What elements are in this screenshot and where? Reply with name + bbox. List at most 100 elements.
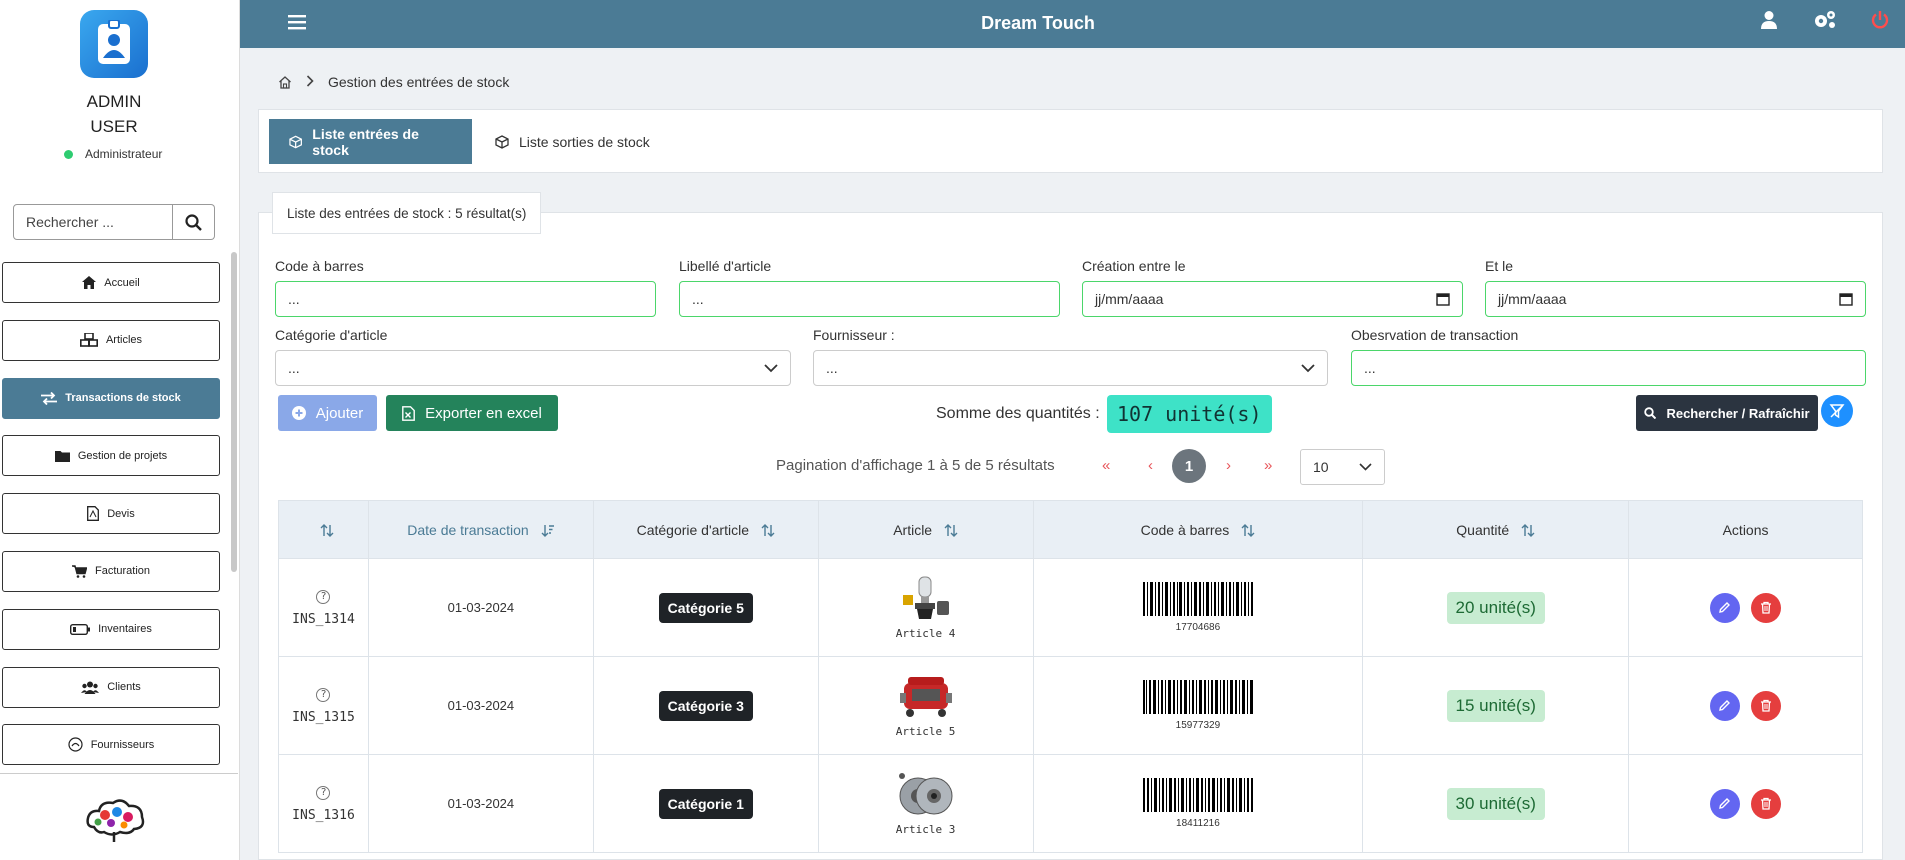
cell-quantity: 15 unité(s) [1362,656,1630,755]
supplier-select[interactable]: ... [813,350,1328,386]
table-row[interactable]: ? INS_1314 01-03-2024 Catégorie 5 Articl… [278,558,1863,657]
sidebar-scrollbar[interactable] [231,252,237,572]
article-name: Article 5 [895,725,956,738]
col-quantity[interactable]: Quantité [1362,500,1630,559]
table-row[interactable]: ? INS_1315 01-03-2024 Catégorie 3 Articl… [278,656,1863,755]
delete-button[interactable] [1751,592,1782,623]
barcode-input[interactable]: ... [275,281,656,317]
clear-filter-button[interactable] [1821,395,1853,427]
help-icon[interactable]: ? [316,786,331,800]
created-to-label: Et le [1485,258,1514,274]
sidebar-item-accueil[interactable]: Accueil [2,262,220,303]
sidebar-search-input[interactable] [13,204,173,240]
sidebar-item-label: Articles [105,334,143,347]
sidebar-item-label: Accueil [104,276,140,289]
sidebar-search-button[interactable] [173,204,215,240]
cube-icon [495,134,509,149]
add-button[interactable]: Ajouter [278,395,377,431]
pagination-prev[interactable]: ‹ [1148,457,1153,474]
quantity-badge: 20 unité(s) [1446,591,1545,624]
sidebar-item-clients[interactable]: Clients [2,666,220,708]
sidebar-item-articles[interactable]: Articles [2,319,220,361]
pagination-label: Pagination d'affichage 1 à 5 de 5 résult… [776,457,1055,474]
barcode-image [1142,778,1253,812]
tab-liste-sorties[interactable]: Liste sorties de stock [475,119,670,164]
sidebar-item-facturation[interactable]: Facturation [2,550,220,592]
calendar-icon[interactable] [1839,292,1853,306]
cubes-icon [79,333,98,348]
sort-icon[interactable] [944,524,958,538]
pagination-last[interactable]: » [1264,457,1272,474]
cell-quantity: 20 unité(s) [1362,558,1630,657]
chevron-down-icon [764,363,778,372]
col-article[interactable]: Article [817,500,1034,559]
cell-article: Article 3 [817,754,1034,853]
export-excel-button[interactable]: Exporter en excel [386,395,558,431]
col-code[interactable] [278,500,369,559]
brand-logo-icon [84,797,146,848]
sidebar-item-transactions[interactable]: Transactions de stock [2,377,220,419]
article-label-input[interactable]: ... [679,281,1060,317]
export-button-label: Exporter en excel [425,404,542,422]
sidebar-item-label: Devis [107,507,135,520]
col-header-label: Quantité [1456,521,1510,538]
sidebar-item-inventaires[interactable]: Inventaires [2,608,220,650]
quantity-badge: 30 unité(s) [1446,787,1545,820]
edit-button[interactable] [1709,788,1740,819]
cube-icon [289,135,302,148]
col-category[interactable]: Catégorie d'article [592,500,819,559]
page-size-select[interactable]: 10 [1300,449,1385,485]
table-row[interactable]: ? INS_1316 01-03-2024 Catégorie 1 Articl… [278,754,1863,853]
profile-icon[interactable] [1760,10,1778,35]
delete-button[interactable] [1751,690,1782,721]
category-select[interactable]: ... [275,350,791,386]
tab-label: Liste sorties de stock [519,133,650,150]
col-date[interactable]: Date de transaction [367,500,594,559]
calendar-icon[interactable] [1436,292,1450,306]
edit-button[interactable] [1709,690,1740,721]
sidebar-item-projets[interactable]: Gestion de projets [2,435,220,477]
user-avatar[interactable] [80,10,148,78]
settings-gears-icon[interactable] [1813,10,1837,35]
online-status-icon [64,149,73,159]
pagination-first[interactable]: « [1102,457,1110,474]
chevron-down-icon [1301,363,1315,372]
observation-input[interactable]: ... [1351,350,1866,386]
sort-icon[interactable] [320,524,334,538]
sort-desc-icon[interactable] [541,524,555,538]
users-icon [81,681,100,694]
article-label-label: Libellé d'article [679,258,772,274]
tabs-card: Liste entrées de stock Liste sorties de … [258,109,1883,173]
sidebar-item-devis[interactable]: Devis [2,493,220,535]
search-refresh-button[interactable]: Rechercher / Rafraîchir [1636,395,1818,431]
barcode-number: 17704686 [1175,622,1221,633]
created-from-date-input[interactable]: jj/mm/aaaa [1082,281,1463,317]
edit-button[interactable] [1709,592,1740,623]
sidebar-divider [0,773,238,774]
cell-date: 01-03-2024 [367,754,594,853]
col-barcode[interactable]: Code à barres [1032,500,1364,559]
sidebar-item-fournisseurs[interactable]: Fournisseurs [2,724,220,766]
pagination-current-page[interactable]: 1 [1172,449,1206,483]
sidebar-search [13,204,215,240]
sort-icon[interactable] [1521,524,1535,538]
cell-barcode: 17704686 [1032,558,1364,657]
sort-icon[interactable] [1241,524,1255,538]
cell-actions [1628,558,1863,657]
user-last-name: USER [90,117,138,136]
barcode-image [1142,680,1253,714]
sidebar-item-label: Transactions de stock [65,392,181,405]
col-header-label: Article [893,521,933,538]
category-badge: Catégorie 1 [658,788,753,819]
help-icon[interactable]: ? [316,688,331,702]
sidebar-item-label: Facturation [94,565,151,578]
pagination-next[interactable]: › [1226,457,1231,474]
power-icon[interactable] [1870,10,1890,35]
delete-button[interactable] [1751,788,1782,819]
help-icon[interactable]: ? [316,590,331,604]
home-icon[interactable] [278,75,292,89]
created-to-date-input[interactable]: jj/mm/aaaa [1485,281,1866,317]
transaction-code: INS_1315 [292,710,355,725]
sort-icon[interactable] [761,524,775,538]
tab-liste-entrees[interactable]: Liste entrées de stock [269,119,472,164]
